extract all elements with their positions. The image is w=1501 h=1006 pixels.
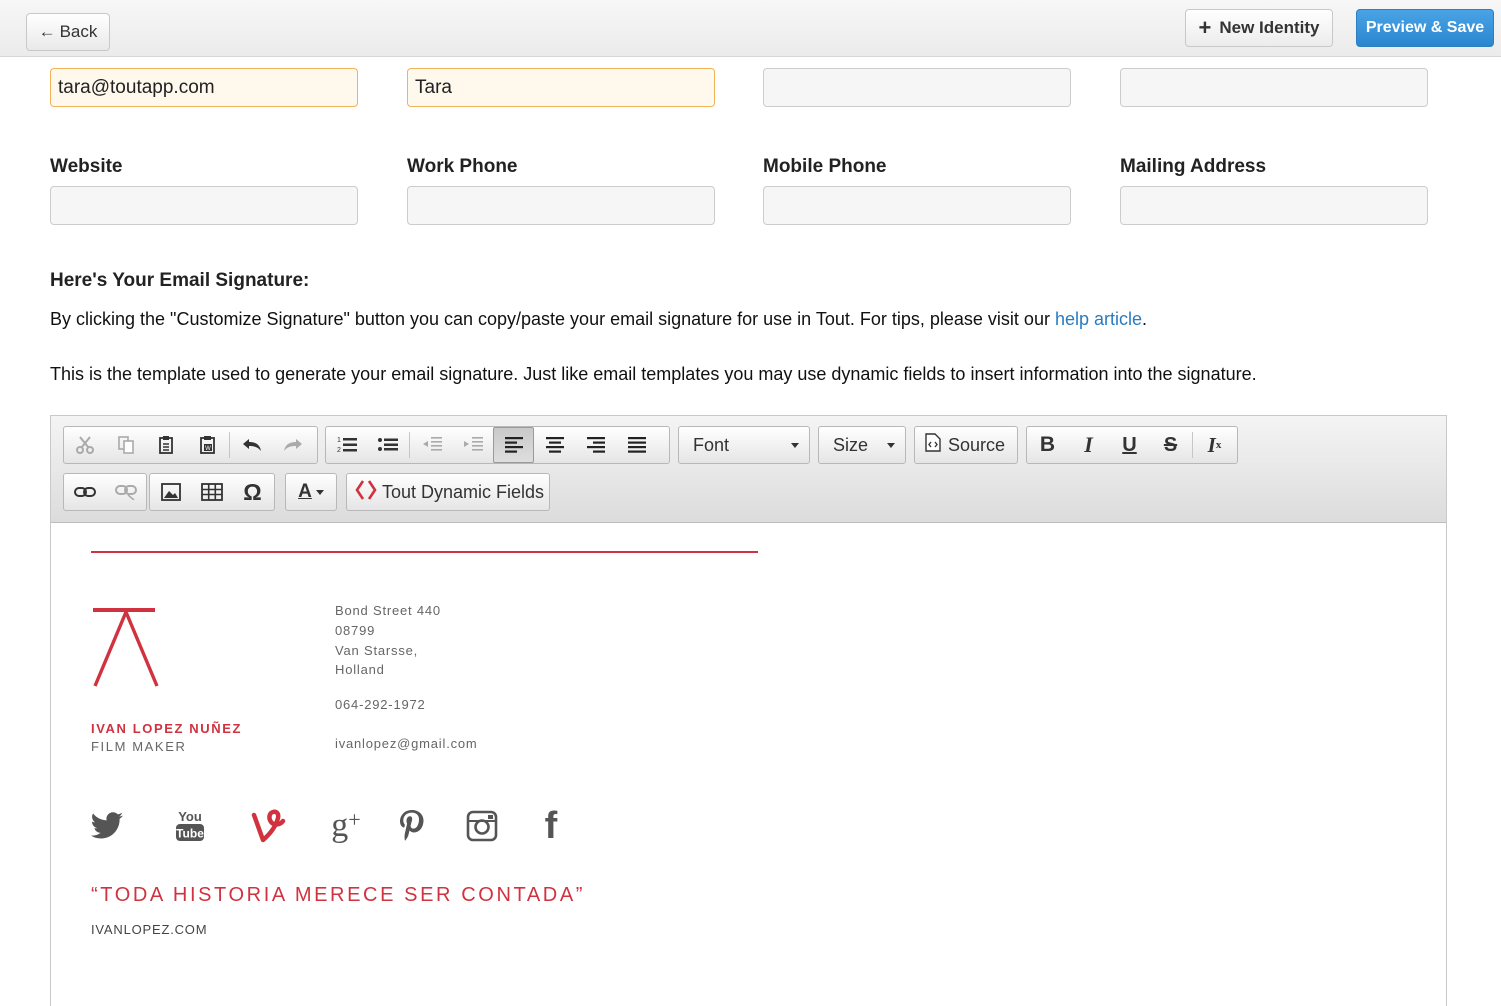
- size-dropdown-caret-icon: [887, 442, 895, 448]
- help-article-link[interactable]: help article: [1055, 309, 1142, 329]
- list-align-group: 12: [325, 426, 670, 464]
- strikethrough-icon[interactable]: S: [1150, 427, 1191, 463]
- signature-name: IVAN LOPEZ NUÑEZ: [91, 721, 243, 736]
- size-select-label: Size: [833, 434, 869, 455]
- top-bar: ← Back + New Identity Preview & Save: [0, 0, 1501, 57]
- address-line-1: Bond Street 440: [335, 603, 441, 618]
- pinterest-icon[interactable]: [394, 806, 430, 846]
- code-brackets-icon: [355, 479, 377, 506]
- mobile-phone-label: Mobile Phone: [763, 156, 887, 177]
- mailing-address-label: Mailing Address: [1120, 156, 1267, 177]
- new-identity-label: New Identity: [1219, 18, 1320, 37]
- website-input[interactable]: [50, 186, 358, 225]
- intro-end: .: [1142, 309, 1148, 329]
- template-description: This is the template used to generate yo…: [50, 364, 1257, 384]
- text-color-icon: A: [298, 481, 312, 502]
- back-arrow-icon: ←: [38, 22, 56, 41]
- underline-icon[interactable]: U: [1109, 427, 1150, 463]
- signature-role: FILM MAKER: [91, 739, 187, 754]
- back-button-label: Back: [59, 22, 98, 41]
- remove-format-icon[interactable]: Ix: [1194, 427, 1235, 463]
- size-select[interactable]: Size: [818, 426, 906, 464]
- google-plus-icon[interactable]: g+: [326, 806, 366, 846]
- table-icon[interactable]: [191, 474, 232, 510]
- first-name-input-value: Tara: [415, 76, 452, 98]
- align-right-icon[interactable]: [575, 427, 616, 463]
- font-select[interactable]: Font: [678, 426, 810, 464]
- font-select-label: Font: [693, 434, 730, 455]
- copy-icon[interactable]: [105, 427, 146, 463]
- instagram-icon[interactable]: [464, 806, 500, 846]
- tout-dynamic-fields-label: Tout Dynamic Fields: [382, 481, 545, 502]
- first-name-input[interactable]: Tara: [407, 68, 715, 107]
- address-line-4: Holland: [335, 662, 385, 677]
- image-icon[interactable]: [150, 474, 191, 510]
- paste-word-icon[interactable]: W: [187, 427, 228, 463]
- editor-toolbar: W 12 Font Size Source B I U S I x Ω A To…: [51, 416, 1446, 523]
- back-button[interactable]: ← Back: [26, 13, 110, 51]
- facebook-icon[interactable]: f: [537, 805, 565, 847]
- text-color-button[interactable]: A: [285, 473, 337, 511]
- svg-text:2: 2: [337, 447, 341, 454]
- work-phone-label: Work Phone: [407, 156, 518, 177]
- indent-icon[interactable]: [452, 427, 493, 463]
- bold-icon[interactable]: B: [1027, 427, 1068, 463]
- cut-icon[interactable]: [64, 427, 105, 463]
- link-icon[interactable]: [64, 474, 105, 510]
- align-center-icon[interactable]: [534, 427, 575, 463]
- italic-icon[interactable]: I: [1068, 427, 1109, 463]
- undo-icon[interactable]: [231, 427, 272, 463]
- svg-text:1: 1: [337, 437, 341, 444]
- new-identity-button[interactable]: + New Identity: [1185, 9, 1333, 47]
- signature-intro: By clicking the "Customize Signature" bu…: [50, 309, 1147, 330]
- clipboard-group: W: [63, 426, 318, 464]
- source-icon: [925, 433, 941, 457]
- special-char-icon[interactable]: Ω: [232, 474, 273, 510]
- unlink-icon[interactable]: [105, 474, 146, 510]
- numbered-list-icon[interactable]: 12: [326, 427, 367, 463]
- company-input[interactable]: [1120, 68, 1428, 107]
- tout-dynamic-fields-button[interactable]: Tout Dynamic Fields: [346, 473, 550, 511]
- outdent-icon[interactable]: [411, 427, 452, 463]
- svg-text:W: W: [205, 446, 211, 452]
- mobile-phone-input[interactable]: [763, 186, 1071, 225]
- link-group: [63, 473, 147, 511]
- preview-save-button[interactable]: Preview & Save: [1356, 9, 1494, 47]
- plus-icon: +: [1198, 15, 1212, 40]
- signature-top-rule: [91, 551, 758, 553]
- signature-email: ivanlopez@gmail.com: [335, 736, 478, 751]
- email-input-value: tara@toutapp.com: [58, 76, 215, 98]
- text-color-caret-icon: [315, 489, 324, 495]
- preview-save-label: Preview & Save: [1365, 19, 1485, 36]
- source-button-label: Source: [948, 434, 1006, 455]
- website-label: Website: [50, 156, 123, 177]
- signature-quote: “TODA HISTORIA MERECE SER CONTADA”: [91, 884, 586, 906]
- bulleted-list-icon[interactable]: [367, 427, 408, 463]
- font-dropdown-caret-icon: [791, 442, 799, 448]
- signature-logo: [91, 606, 161, 693]
- signature-heading: Here's Your Email Signature:: [50, 270, 310, 291]
- vine-icon[interactable]: [249, 806, 289, 846]
- signature-website: IVANLOPEZ.COM: [91, 922, 208, 937]
- source-button[interactable]: Source: [914, 426, 1018, 464]
- svg-text:Tube: Tube: [176, 827, 204, 841]
- youtube-icon[interactable]: You Tube: [172, 806, 208, 846]
- text-style-group: B I U S Ix: [1026, 426, 1238, 464]
- signature-phone: 064-292-1972: [335, 697, 426, 712]
- insert-group: Ω: [149, 473, 275, 511]
- paste-icon[interactable]: [146, 427, 187, 463]
- mailing-address-input[interactable]: [1120, 186, 1428, 225]
- align-left-icon[interactable]: [493, 427, 534, 463]
- twitter-icon[interactable]: [89, 806, 125, 846]
- address-line-2: 08799: [335, 623, 376, 638]
- svg-text:You: You: [178, 809, 202, 824]
- work-phone-input[interactable]: [407, 186, 715, 225]
- signature-editor: W 12 Font Size Source B I U S I x Ω A To…: [50, 415, 1447, 1006]
- redo-icon[interactable]: [272, 427, 313, 463]
- last-name-input[interactable]: [763, 68, 1071, 107]
- address-line-3: Van Starsse,: [335, 643, 419, 658]
- justify-icon[interactable]: [616, 427, 657, 463]
- intro-text: By clicking the "Customize Signature" bu…: [50, 309, 1055, 329]
- email-input[interactable]: tara@toutapp.com: [50, 68, 358, 107]
